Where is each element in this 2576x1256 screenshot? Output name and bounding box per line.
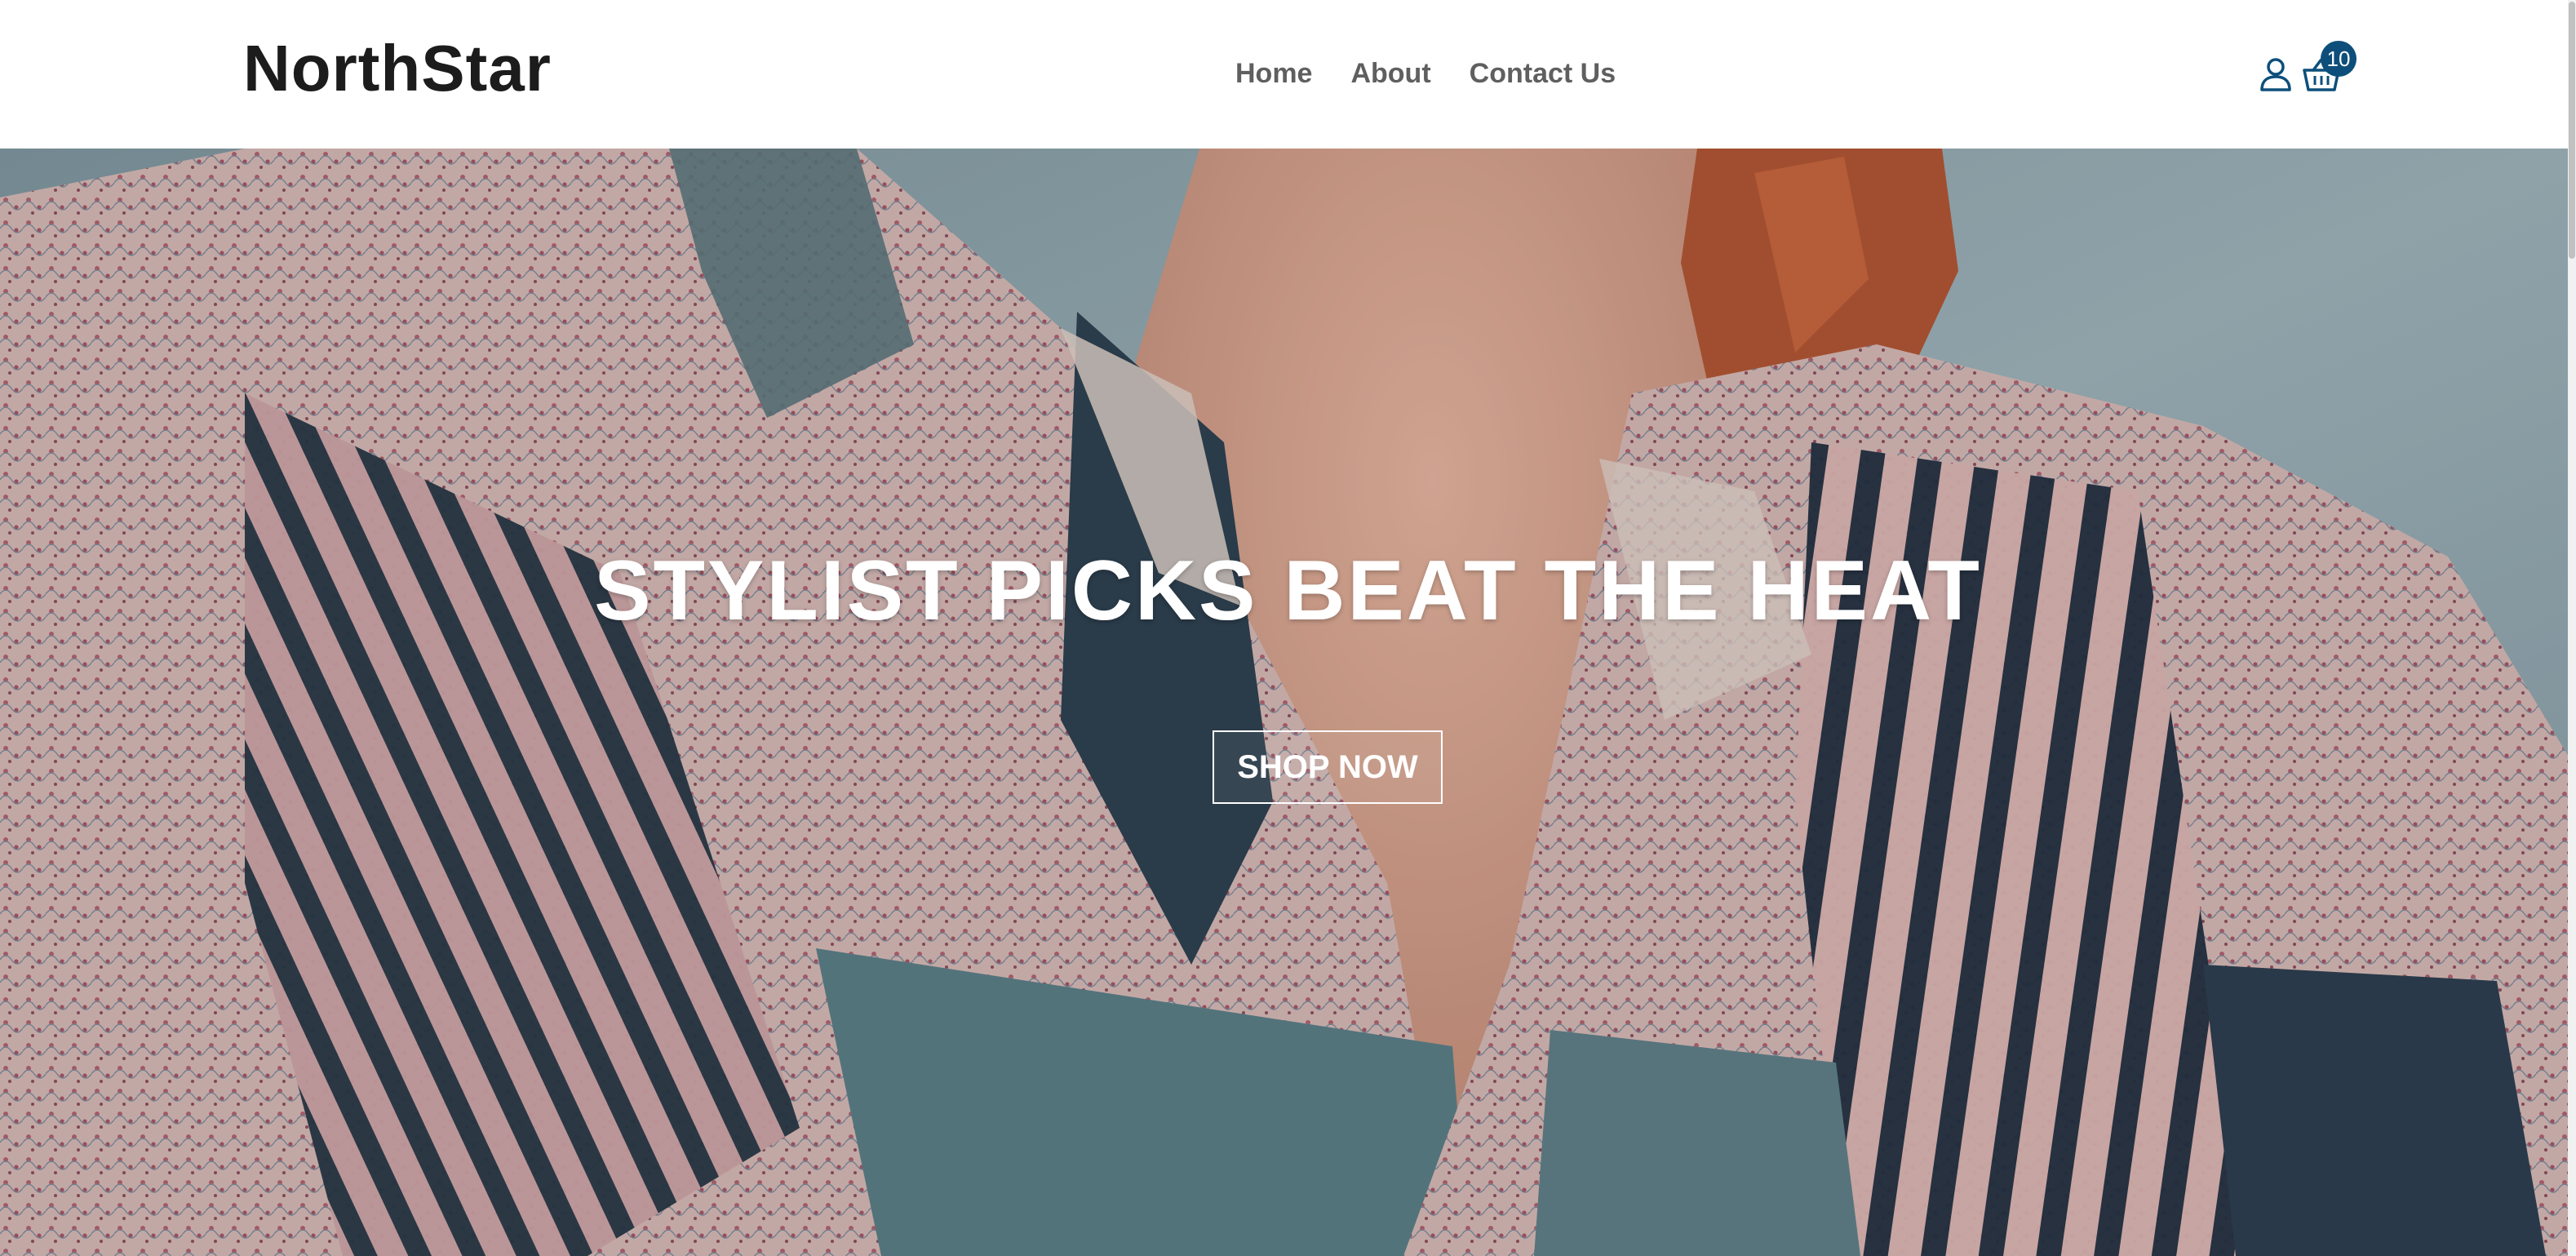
user-icon[interactable]	[2257, 55, 2294, 93]
hero-banner: STYLIST PICKS BEAT THE HEAT SHOP NOW	[0, 149, 2576, 1256]
page: NorthStar Home About Contact Us 10 STYLI…	[0, 0, 2576, 1256]
shop-now-button[interactable]: SHOP NOW	[1213, 730, 1443, 804]
hero-title: STYLIST PICKS BEAT THE HEAT	[594, 544, 1982, 638]
site-header: NorthStar Home About Contact Us 10	[0, 0, 2576, 149]
header-actions: 10	[2257, 41, 2363, 106]
cart-count-badge: 10	[2321, 41, 2357, 77]
scrollbar-thumb[interactable]	[2569, 2, 2575, 259]
nav-link-home[interactable]: Home	[1235, 52, 1312, 95]
main-nav: Home About Contact Us	[1235, 52, 1616, 95]
hero-image	[0, 149, 2576, 1256]
nav-link-contact[interactable]: Contact Us	[1470, 52, 1616, 95]
scrollbar[interactable]	[2568, 0, 2576, 1256]
nav-link-about[interactable]: About	[1350, 52, 1430, 95]
brand-logo[interactable]: NorthStar	[243, 29, 552, 108]
